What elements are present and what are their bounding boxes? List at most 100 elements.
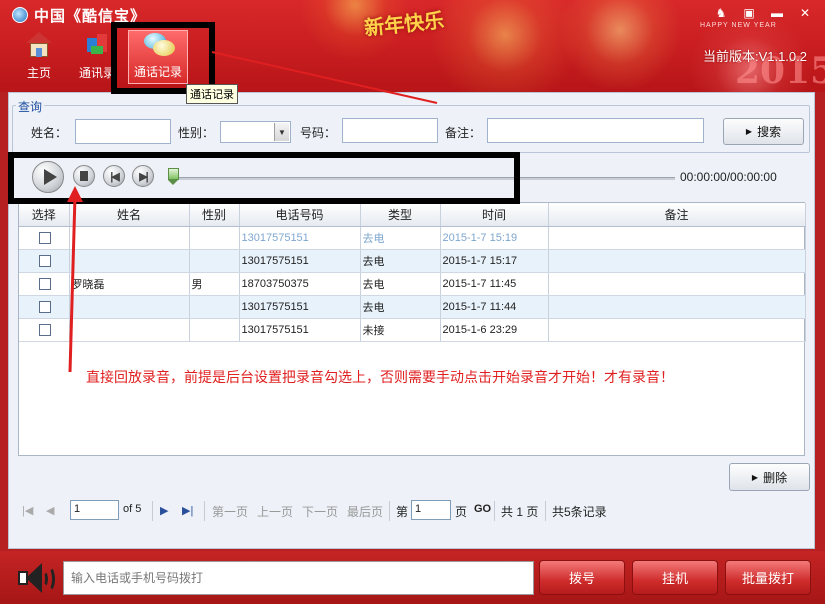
total-records: 共5条记录 [552, 505, 607, 519]
gender-select[interactable]: ▼ [220, 121, 291, 143]
cell-note [548, 249, 806, 273]
cell-time: 2015-1-7 11:44 [440, 295, 549, 319]
note-label: 备注： [445, 126, 482, 140]
close-icon[interactable]: ✕ [793, 4, 817, 21]
go-button[interactable]: GO [474, 503, 491, 515]
cell-phone: 18703750375 [239, 272, 361, 296]
delete-button[interactable]: ▶ 删除 [729, 463, 810, 491]
column-header-phone[interactable]: 电话号码 [239, 203, 361, 227]
next-page-icon[interactable]: ▶ [160, 504, 168, 517]
phone-input[interactable] [342, 118, 438, 143]
hangup-button[interactable]: 挂机 [632, 560, 718, 595]
gender-label: 性别： [178, 126, 215, 140]
row-checkbox[interactable] [38, 277, 51, 290]
cell-type: 去电 [360, 295, 441, 319]
table-row[interactable]: 罗晓磊 男 18703750375 去电 2015-1-7 11:45 [19, 272, 806, 296]
cell-name [69, 295, 190, 319]
cell-note [548, 318, 806, 342]
goto-prefix: 第 [396, 505, 409, 519]
last-page-icon[interactable]: ▶| [182, 504, 193, 517]
column-header-name[interactable]: 姓名 [69, 203, 190, 227]
home-icon [25, 32, 53, 58]
cell-gender: 男 [189, 272, 240, 296]
nav-home[interactable]: 主页 [12, 30, 66, 84]
firework-decoration [430, 0, 580, 92]
first-page-icon[interactable]: |◀ [22, 504, 33, 517]
query-group-title: 查询 [16, 98, 45, 115]
cell-phone: 13017575151 [239, 249, 361, 273]
dial-bar: 输入电话或手机号码拨打 拨号 挂机 批量拨打 [0, 551, 825, 604]
shirt-icon[interactable]: ♞ [709, 4, 733, 21]
firework-decoration [560, 0, 680, 90]
table-row[interactable]: 13017575151 去电 2015-1-7 15:19 [19, 226, 806, 250]
call-log-table: 选择 姓名 性别 电话号码 类型 时间 备注 13017575151 去电 20… [18, 202, 806, 456]
restore-icon[interactable]: ▣ [737, 4, 761, 21]
cell-time: 2015-1-7 11:45 [440, 272, 549, 296]
column-header-note[interactable]: 备注 [548, 203, 806, 227]
column-header-type[interactable]: 类型 [360, 203, 441, 227]
goto-page-input[interactable]: 1 [411, 500, 451, 520]
column-header-select[interactable]: 选择 [19, 203, 70, 227]
version-label: 当前版本:V1.1.0.2 [702, 49, 807, 64]
highlight-box [8, 152, 520, 204]
cell-type: 去电 [360, 249, 441, 273]
delete-button-label: 删除 [763, 470, 788, 485]
prev-page-link[interactable]: 上一页 [257, 503, 293, 520]
speaker-icon[interactable] [12, 559, 58, 599]
search-button[interactable]: ▶ 搜索 [723, 118, 804, 145]
play-arrow-icon: ▶ [745, 127, 753, 136]
cell-name [69, 318, 190, 342]
name-label: 姓名： [31, 126, 68, 140]
cell-name [69, 226, 190, 250]
page-count-text: of 5 [123, 503, 142, 515]
cell-time: 2015-1-6 23:29 [440, 318, 549, 342]
column-header-time[interactable]: 时间 [440, 203, 549, 227]
row-checkbox[interactable] [38, 231, 51, 244]
table-row[interactable]: 13017575151 去电 2015-1-7 15:17 [19, 249, 806, 273]
annotation-text: 直接回放录音，前提是后台设置把录音勾选上，否则需要手动点击开始录音才开始！才有录… [86, 370, 674, 386]
window-controls: ♞ ▣ ▬ ✕ [709, 4, 817, 21]
cell-time: 2015-1-7 15:19 [440, 226, 549, 250]
dial-number-input[interactable]: 输入电话或手机号码拨打 [63, 561, 534, 595]
row-checkbox[interactable] [38, 323, 51, 336]
playback-time: 00:00:00/00:00:00 [680, 170, 777, 184]
cell-note [548, 226, 806, 250]
cell-gender [189, 249, 240, 273]
batch-dial-button[interactable]: 批量拨打 [725, 560, 811, 595]
cell-type: 去电 [360, 272, 441, 296]
table-row[interactable]: 13017575151 未接 2015-1-6 23:29 [19, 318, 806, 342]
last-page-link[interactable]: 最后页 [347, 503, 383, 520]
note-input[interactable] [487, 118, 704, 143]
first-page-link[interactable]: 第一页 [212, 503, 248, 520]
next-page-link[interactable]: 下一页 [302, 503, 338, 520]
dial-button[interactable]: 拨号 [539, 560, 625, 595]
cell-name: 罗晓磊 [69, 272, 190, 296]
cell-gender [189, 295, 240, 319]
table-row[interactable]: 13017575151 去电 2015-1-7 11:44 [19, 295, 806, 319]
cell-note [548, 272, 806, 296]
new-year-subtitle: HAPPY NEW YEAR [700, 22, 777, 29]
total-pages: 共 1 页 [501, 505, 539, 519]
chevron-down-icon[interactable]: ▼ [274, 123, 289, 141]
cell-name [69, 249, 190, 273]
pager: |◀ ◀ 1 of 5 ▶ ▶| 第一页 上一页 下一页 最后页 第 1 页 G… [18, 498, 808, 524]
page-number-input[interactable]: 1 [70, 500, 119, 520]
phone-label: 号码： [300, 126, 337, 140]
cell-note [548, 295, 806, 319]
name-input[interactable] [75, 119, 171, 144]
cell-gender [189, 226, 240, 250]
nav-home-label: 主页 [26, 66, 51, 80]
cell-phone: 13017575151 [239, 226, 361, 250]
cell-type: 未接 [360, 318, 441, 342]
row-checkbox[interactable] [38, 254, 51, 267]
column-header-gender[interactable]: 性别 [189, 203, 240, 227]
minimize-icon[interactable]: ▬ [765, 4, 789, 21]
prev-page-icon[interactable]: ◀ [46, 504, 54, 517]
contacts-icon [83, 32, 111, 58]
cell-phone: 13017575151 [239, 295, 361, 319]
cell-type: 去电 [360, 226, 441, 250]
app-logo-icon [12, 7, 28, 23]
nav-contacts-label: 通讯录 [78, 66, 115, 80]
row-checkbox[interactable] [38, 300, 51, 313]
table-header-row: 选择 姓名 性别 电话号码 类型 时间 备注 [19, 203, 806, 227]
